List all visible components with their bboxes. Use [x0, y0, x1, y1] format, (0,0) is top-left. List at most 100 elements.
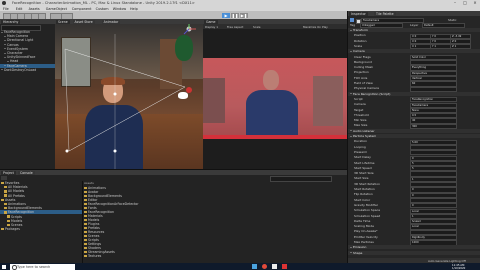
menu-item-window[interactable]: Window	[113, 7, 126, 11]
expand-arrow-icon[interactable]	[4, 48, 6, 50]
property-row: Start Lifetime 5	[350, 161, 479, 167]
menu-item-component[interactable]: Component	[72, 7, 92, 11]
foldout-arrow-icon[interactable]	[350, 130, 352, 132]
light-gizmo-icon[interactable]	[186, 87, 192, 93]
expand-arrow-icon[interactable]	[4, 56, 6, 58]
component-header[interactable]: Transform	[348, 28, 480, 32]
foldout-arrow-icon[interactable]	[350, 135, 352, 137]
unity-taskbar-icon[interactable]	[272, 264, 277, 269]
project-folder-tree: Favorites All Materials All Models All Pref…	[0, 181, 83, 263]
folder-icon	[84, 202, 87, 206]
property-label: Culling Mask	[354, 65, 373, 70]
component-header[interactable]: Emission	[348, 245, 480, 250]
property-row: Rotation X 0Y 0Z 0	[350, 39, 479, 45]
tab-inspector[interactable]: Inspector	[349, 11, 368, 16]
chrome-taskbar-icon[interactable]	[262, 264, 267, 269]
folder-icon	[84, 218, 87, 222]
menu-item-help[interactable]: Help	[130, 7, 138, 11]
folder-icon	[1, 181, 4, 185]
asset-item-label: Textures	[88, 254, 102, 258]
scale-slider[interactable]: Scale	[253, 25, 261, 29]
expand-arrow-icon[interactable]	[4, 39, 6, 41]
camera-gizmo-icon[interactable]	[178, 92, 188, 99]
pause-button[interactable]: ❚❚	[231, 12, 239, 18]
foldout-arrow-icon[interactable]	[350, 50, 352, 52]
component-header[interactable]: Camera	[348, 49, 480, 54]
explorer-taskbar-icon[interactable]	[252, 264, 257, 269]
game-shelf	[313, 76, 343, 126]
folder-icon	[84, 198, 87, 202]
project-asset-list: Animations Avatar BackgroundElements Editor…	[84, 186, 264, 262]
menu-item-edit[interactable]: Edit	[16, 7, 23, 11]
expand-arrow-icon[interactable]	[4, 65, 6, 67]
property-row: Min Size 40	[350, 118, 479, 124]
folder-icon	[84, 250, 87, 254]
static-toggle[interactable]: Static	[448, 18, 457, 22]
expand-arrow-icon[interactable]	[4, 52, 6, 54]
component-header[interactable]: Particle System	[348, 134, 480, 138]
expand-arrow-icon[interactable]	[1, 69, 3, 71]
menu-item-custom[interactable]: Custom	[96, 7, 109, 11]
property-row: Gravity Modifier 0	[350, 202, 479, 209]
property-row: Position X 0Y 0Z -3.49	[350, 33, 479, 39]
component-header[interactable]: Audio Listener	[348, 128, 480, 133]
property-label: Threshold	[354, 112, 369, 117]
tab-hierarchy[interactable]: Hierarchy	[1, 19, 21, 24]
foldout-arrow-icon[interactable]	[350, 29, 352, 31]
folder-icon	[84, 230, 87, 234]
create-button[interactable]	[1, 176, 7, 180]
folder-icon	[84, 194, 87, 198]
clock-date: 1/10/2020	[452, 266, 466, 270]
tab-animator[interactable]: Animator	[101, 19, 121, 24]
tab-tile-palette[interactable]: Tile Palette	[374, 11, 396, 16]
recorder-taskbar-icon[interactable]	[282, 264, 287, 269]
expand-arrow-icon[interactable]	[7, 60, 9, 62]
menu-item-assets[interactable]: Assets	[29, 7, 40, 11]
project-tree-item[interactable]: Packages	[0, 227, 82, 231]
hierarchy-item[interactable]: DontDestroyOnLoad	[0, 68, 55, 72]
property-label: Start Rotation	[354, 187, 375, 191]
play-button[interactable]: ▶	[222, 12, 230, 18]
unity-logo-icon	[2, 1, 6, 5]
expand-arrow-icon[interactable]	[4, 44, 6, 46]
foldout-arrow-icon[interactable]	[350, 93, 352, 95]
foldout-arrow-icon[interactable]	[350, 252, 352, 254]
folder-icon	[84, 238, 87, 242]
hierarchy-panel: Hierarchy FaceRecognition Main Camera Dire…	[0, 19, 56, 169]
component-header[interactable]: Face Recognition (Script)	[348, 91, 480, 96]
tab-console[interactable]: Console	[18, 170, 35, 175]
inspector-tabbar: Inspector Tile Palette	[348, 11, 480, 16]
property-label: Gravity Modifier	[354, 202, 379, 207]
property-label: Looping	[354, 144, 366, 149]
folder-icon	[84, 210, 87, 214]
folder-icon	[1, 227, 4, 231]
property-label: Max Particles	[354, 240, 374, 244]
property-row: Start Rotation 0	[350, 187, 479, 193]
foldout-arrow-icon[interactable]	[350, 246, 352, 248]
taskbar-search-input[interactable]: Type here to search	[10, 263, 75, 270]
game-render[interactable]	[203, 58, 347, 139]
tab-project[interactable]: Project	[1, 170, 16, 175]
asset-item[interactable]: Textures	[84, 254, 264, 258]
component-header[interactable]: Shape	[348, 250, 480, 255]
start-menu-icon[interactable]	[2, 264, 6, 269]
property-row: 3D Start Size	[350, 171, 479, 177]
scene-view[interactable]	[55, 19, 203, 169]
tab-asset-store[interactable]: Asset Store	[72, 19, 95, 24]
tab-scene[interactable]: Scene	[56, 19, 70, 24]
step-button[interactable]: ▶❚	[240, 12, 248, 18]
expand-arrow-icon[interactable]	[4, 35, 6, 37]
game-person-head	[263, 70, 279, 90]
menu-item-file[interactable]: File	[3, 7, 9, 11]
property-label: Position	[354, 33, 366, 38]
property-row: Start Size 1	[350, 176, 479, 182]
property-label: Emitter Velocity	[354, 234, 378, 239]
maximize-on-play-toggle[interactable]: Maximize On Play	[303, 25, 328, 29]
property-row: Flip Rotation 0	[350, 192, 479, 198]
display-dropdown[interactable]: Display 1	[205, 25, 218, 29]
aspect-dropdown[interactable]: Free Aspect	[227, 25, 243, 29]
scene-orientation-gizmo-icon[interactable]	[181, 22, 197, 36]
folder-icon	[7, 215, 10, 218]
menu-item-gameobject[interactable]: GameObject	[46, 7, 67, 11]
expand-arrow-icon[interactable]	[1, 31, 3, 33]
